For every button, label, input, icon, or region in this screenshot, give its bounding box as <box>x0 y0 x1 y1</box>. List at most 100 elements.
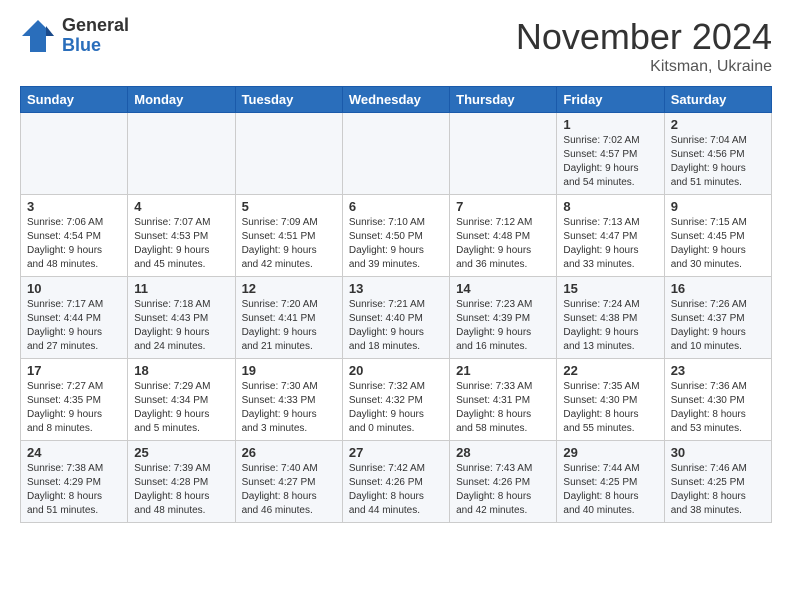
logo-blue-text: Blue <box>62 36 129 56</box>
calendar-cell: 14 Sunrise: 7:23 AM Sunset: 4:39 PM Dayli… <box>450 277 557 359</box>
day-number: 2 <box>671 117 765 132</box>
calendar-cell: 25 Sunrise: 7:39 AM Sunset: 4:28 PM Dayli… <box>128 441 235 523</box>
calendar-cell <box>342 113 449 195</box>
calendar-cell: 2 Sunrise: 7:04 AM Sunset: 4:56 PM Daylig… <box>664 113 771 195</box>
day-number: 3 <box>27 199 121 214</box>
day-info: Sunrise: 7:21 AM Sunset: 4:40 PM Dayligh… <box>349 298 443 354</box>
calendar-cell: 28Sunrise: 7:43 AM Sunset: 4:26 PM Dayli… <box>450 441 557 523</box>
day-info: Sunrise: 7:29 AM Sunset: 4:34 PM Dayligh… <box>134 380 228 436</box>
calendar-cell: 3Sunrise: 7:06 AM Sunset: 4:54 PM Daylig… <box>21 195 128 277</box>
calendar-cell: 29 Sunrise: 7:44 AM Sunset: 4:25 PM Dayli… <box>557 441 664 523</box>
calendar-cell: 7 Sunrise: 7:12 AM Sunset: 4:48 PM Daylig… <box>450 195 557 277</box>
day-number: 5 <box>242 199 336 214</box>
day-number: 22 <box>563 363 657 378</box>
day-info: Sunrise: 7:35 AM Sunset: 4:30 PM Dayligh… <box>563 380 657 436</box>
calendar-cell: 30 Sunrise: 7:46 AM Sunset: 4:25 PM Dayli… <box>664 441 771 523</box>
day-number: 15 <box>563 281 657 296</box>
day-info: Sunrise: 7:12 AM Sunset: 4:48 PM Dayligh… <box>456 216 550 272</box>
day-info: Sunrise: 7:46 AM Sunset: 4:25 PM Dayligh… <box>671 462 765 518</box>
calendar-cell: 12 Sunrise: 7:20 AM Sunset: 4:41 PM Dayli… <box>235 277 342 359</box>
day-number: 13 <box>349 281 443 296</box>
day-info: Sunrise: 7:18 AM Sunset: 4:43 PM Dayligh… <box>134 298 228 354</box>
calendar-cell: 26 Sunrise: 7:40 AM Sunset: 4:27 PM Dayli… <box>235 441 342 523</box>
day-number: 24 <box>27 445 121 460</box>
col-sunday: Sunday <box>21 87 128 113</box>
title-area: November 2024 Kitsman, Ukraine <box>516 16 772 76</box>
day-info: Sunrise: 7:42 AM Sunset: 4:26 PM Dayligh… <box>349 462 443 518</box>
day-info: Sunrise: 7:20 AM Sunset: 4:41 PM Dayligh… <box>242 298 336 354</box>
day-number: 21 <box>456 363 550 378</box>
day-info: Sunrise: 7:30 AM Sunset: 4:33 PM Dayligh… <box>242 380 336 436</box>
calendar-cell: 17 Sunrise: 7:27 AM Sunset: 4:35 PM Dayli… <box>21 359 128 441</box>
logo-general-text: General <box>62 16 129 36</box>
day-info: Sunrise: 7:39 AM Sunset: 4:28 PM Dayligh… <box>134 462 228 518</box>
calendar-cell: 8 Sunrise: 7:13 AM Sunset: 4:47 PM Daylig… <box>557 195 664 277</box>
day-info: Sunrise: 7:23 AM Sunset: 4:39 PM Dayligh… <box>456 298 550 354</box>
calendar-cell <box>235 113 342 195</box>
day-info: Sunrise: 7:24 AM Sunset: 4:38 PM Dayligh… <box>563 298 657 354</box>
day-info: Sunrise: 7:33 AM Sunset: 4:31 PM Dayligh… <box>456 380 550 436</box>
day-number: 20 <box>349 363 443 378</box>
calendar-week-4: 24Sunrise: 7:38 AM Sunset: 4:29 PM Dayli… <box>21 441 772 523</box>
calendar-cell: 13 Sunrise: 7:21 AM Sunset: 4:40 PM Dayli… <box>342 277 449 359</box>
day-number: 6 <box>349 199 443 214</box>
calendar-cell: 22 Sunrise: 7:35 AM Sunset: 4:30 PM Dayli… <box>557 359 664 441</box>
day-number: 14 <box>456 281 550 296</box>
col-saturday: Saturday <box>664 87 771 113</box>
logo-text: General Blue <box>62 16 129 56</box>
day-info: Sunrise: 7:02 AM Sunset: 4:57 PM Dayligh… <box>563 134 657 190</box>
logo-icon <box>20 18 56 54</box>
day-number: 19 <box>242 363 336 378</box>
day-number: 25 <box>134 445 228 460</box>
day-number: 29 <box>563 445 657 460</box>
day-info: Sunrise: 7:17 AM Sunset: 4:44 PM Dayligh… <box>27 298 121 354</box>
day-info: Sunrise: 7:26 AM Sunset: 4:37 PM Dayligh… <box>671 298 765 354</box>
col-tuesday: Tuesday <box>235 87 342 113</box>
col-thursday: Thursday <box>450 87 557 113</box>
day-info: Sunrise: 7:27 AM Sunset: 4:35 PM Dayligh… <box>27 380 121 436</box>
calendar-cell: 23Sunrise: 7:36 AM Sunset: 4:30 PM Dayli… <box>664 359 771 441</box>
day-number: 8 <box>563 199 657 214</box>
day-info: Sunrise: 7:09 AM Sunset: 4:51 PM Dayligh… <box>242 216 336 272</box>
day-number: 17 <box>27 363 121 378</box>
day-number: 23 <box>671 363 765 378</box>
location: Kitsman, Ukraine <box>516 58 772 76</box>
calendar-cell <box>450 113 557 195</box>
day-number: 1 <box>563 117 657 132</box>
col-wednesday: Wednesday <box>342 87 449 113</box>
calendar-cell: 11Sunrise: 7:18 AM Sunset: 4:43 PM Dayli… <box>128 277 235 359</box>
day-number: 18 <box>134 363 228 378</box>
calendar-week-0: 1 Sunrise: 7:02 AM Sunset: 4:57 PM Daylig… <box>21 113 772 195</box>
calendar-week-3: 17 Sunrise: 7:27 AM Sunset: 4:35 PM Dayli… <box>21 359 772 441</box>
logo: General Blue <box>20 16 129 56</box>
day-info: Sunrise: 7:40 AM Sunset: 4:27 PM Dayligh… <box>242 462 336 518</box>
calendar-week-2: 10 Sunrise: 7:17 AM Sunset: 4:44 PM Dayli… <box>21 277 772 359</box>
calendar-cell: 4Sunrise: 7:07 AM Sunset: 4:53 PM Daylig… <box>128 195 235 277</box>
day-number: 26 <box>242 445 336 460</box>
day-info: Sunrise: 7:13 AM Sunset: 4:47 PM Dayligh… <box>563 216 657 272</box>
day-number: 7 <box>456 199 550 214</box>
calendar-cell: 5 Sunrise: 7:09 AM Sunset: 4:51 PM Daylig… <box>235 195 342 277</box>
day-number: 10 <box>27 281 121 296</box>
page: General Blue November 2024 Kitsman, Ukra… <box>0 0 792 533</box>
day-info: Sunrise: 7:15 AM Sunset: 4:45 PM Dayligh… <box>671 216 765 272</box>
month-title: November 2024 <box>516 16 772 58</box>
day-number: 27 <box>349 445 443 460</box>
calendar-cell: 16Sunrise: 7:26 AM Sunset: 4:37 PM Dayli… <box>664 277 771 359</box>
calendar-cell: 15 Sunrise: 7:24 AM Sunset: 4:38 PM Dayli… <box>557 277 664 359</box>
day-info: Sunrise: 7:04 AM Sunset: 4:56 PM Dayligh… <box>671 134 765 190</box>
calendar-cell: 1 Sunrise: 7:02 AM Sunset: 4:57 PM Daylig… <box>557 113 664 195</box>
calendar-cell: 19 Sunrise: 7:30 AM Sunset: 4:33 PM Dayli… <box>235 359 342 441</box>
calendar-cell <box>21 113 128 195</box>
calendar-week-1: 3Sunrise: 7:06 AM Sunset: 4:54 PM Daylig… <box>21 195 772 277</box>
day-number: 30 <box>671 445 765 460</box>
col-friday: Friday <box>557 87 664 113</box>
day-info: Sunrise: 7:10 AM Sunset: 4:50 PM Dayligh… <box>349 216 443 272</box>
day-info: Sunrise: 7:44 AM Sunset: 4:25 PM Dayligh… <box>563 462 657 518</box>
day-number: 12 <box>242 281 336 296</box>
calendar-cell <box>128 113 235 195</box>
calendar-cell: 20Sunrise: 7:32 AM Sunset: 4:32 PM Dayli… <box>342 359 449 441</box>
calendar-header-row: Sunday Monday Tuesday Wednesday Thursday… <box>21 87 772 113</box>
day-info: Sunrise: 7:43 AM Sunset: 4:26 PM Dayligh… <box>456 462 550 518</box>
col-monday: Monday <box>128 87 235 113</box>
